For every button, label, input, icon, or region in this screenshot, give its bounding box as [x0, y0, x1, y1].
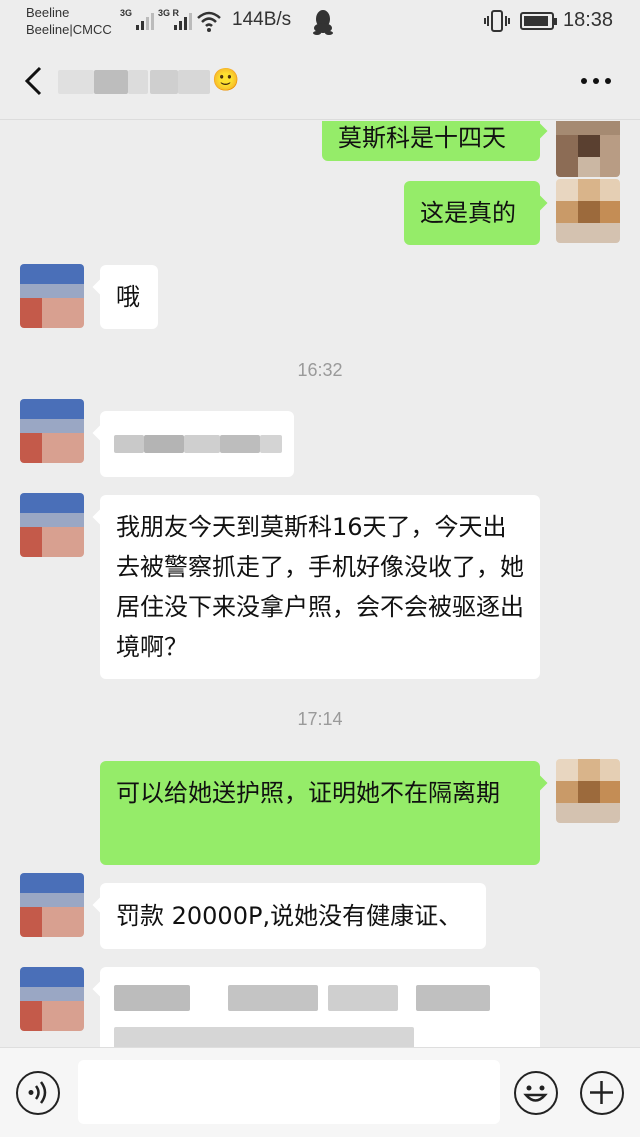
message-bubble-outgoing[interactable]: 可以给她送护照，证明她不在隔离期	[100, 761, 548, 865]
message-bubble-incoming[interactable]: 罚款 20000P,说她没有健康证、	[92, 883, 486, 949]
message-text: 哦	[116, 283, 140, 311]
carrier-name: Beeline Beeline|CMCC	[26, 4, 112, 38]
my-avatar[interactable]	[556, 121, 620, 177]
title-emoji: 🙂	[212, 68, 240, 93]
my-avatar[interactable]	[556, 759, 620, 823]
contact-avatar[interactable]	[20, 264, 84, 328]
message-bubble-outgoing[interactable]: 莫斯科是十四天	[322, 121, 548, 161]
plus-icon[interactable]	[580, 1071, 624, 1115]
contact-avatar[interactable]	[20, 399, 84, 463]
signal-icon-1: 3G	[120, 8, 154, 30]
network-speed: 144B/s	[232, 9, 292, 30]
input-bar	[0, 1047, 640, 1137]
message-bubble-incoming-redacted[interactable]	[92, 967, 540, 1047]
wifi-icon	[197, 11, 221, 32]
message-timestamp: 16:32	[297, 360, 343, 380]
qq-penguin-icon	[313, 10, 333, 35]
voice-icon[interactable]	[16, 1071, 60, 1115]
message-bubble-outgoing[interactable]: 这是真的	[404, 181, 548, 245]
contact-avatar[interactable]	[20, 967, 84, 1031]
signal-label-1: 3G	[120, 8, 133, 18]
status-bar: Beeline Beeline|CMCC 3G 3G R 144B/s 18:3…	[0, 0, 640, 44]
message-bubble-incoming-redacted[interactable]	[92, 411, 294, 477]
message-text: 莫斯科是十四天	[338, 124, 506, 152]
message-input[interactable]	[78, 1060, 500, 1124]
chat-messages[interactable]: 莫斯科是十四天 这是真的 哦 16:32 我朋友今天到莫斯科16天了，今天出去被…	[0, 121, 640, 1047]
more-dots-icon[interactable]	[576, 66, 616, 96]
message-bubble-incoming[interactable]: 哦	[92, 265, 158, 329]
message-bubble-incoming[interactable]: 我朋友今天到莫斯科16天了，今天出去被警察抓走了，手机好像没收了，她居住没下来没…	[92, 495, 540, 679]
battery-icon	[520, 12, 557, 30]
carrier-line2: Beeline|CMCC	[26, 22, 112, 37]
my-avatar[interactable]	[556, 179, 620, 243]
emoji-icon[interactable]	[514, 1071, 558, 1115]
carrier-line1: Beeline	[26, 5, 70, 20]
message-text: 可以给她送护照，证明她不在隔离期	[116, 779, 500, 807]
signal-icon-2: 3G R	[158, 8, 192, 30]
message-text: 这是真的	[420, 199, 516, 227]
message-timestamp: 17:14	[297, 709, 343, 729]
contact-name-redacted[interactable]: 🙂	[58, 66, 240, 98]
message-text: 我朋友今天到莫斯科16天了，今天出去被警察抓走了，手机好像没收了，她居住没下来没…	[116, 513, 524, 661]
vibrate-icon	[484, 10, 510, 32]
contact-avatar[interactable]	[20, 493, 84, 557]
contact-avatar[interactable]	[20, 873, 84, 937]
message-text: 罚款 20000P,说她没有健康证、	[116, 902, 463, 930]
signal-label-2: 3G R	[158, 8, 180, 18]
chevron-left-icon[interactable]	[18, 64, 52, 98]
chat-header: 🙂	[0, 44, 640, 120]
status-time: 18:38	[563, 9, 614, 31]
